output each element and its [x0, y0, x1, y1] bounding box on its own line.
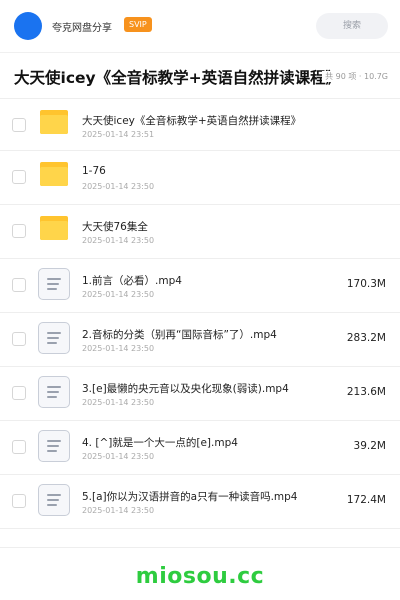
folder-icon	[40, 110, 68, 134]
item-name[interactable]: 1-76	[82, 165, 332, 177]
select-checkbox[interactable]	[12, 118, 26, 132]
page-title: 大天使icey《全音标教学+英语自然拼读课程》	[14, 69, 342, 87]
select-checkbox[interactable]	[12, 440, 26, 454]
item-name[interactable]: 4. [^]就是一个大一点的[e].mp4	[82, 435, 332, 450]
select-checkbox[interactable]	[12, 494, 26, 508]
file-row[interactable]: 2.音标的分类（别再“国际音标”了）.mp4 2025-01-14 23:50 28…	[0, 313, 400, 367]
folder-row[interactable]: 1-76 2025-01-14 23:50	[0, 151, 400, 205]
video-file-icon	[38, 430, 70, 462]
item-date: 2025-01-14 23:50	[82, 290, 155, 299]
video-file-icon	[38, 484, 70, 516]
item-date: 2025-01-14 23:50	[82, 182, 155, 191]
select-checkbox[interactable]	[12, 332, 26, 346]
site-name: 夸克网盘分享	[52, 23, 112, 34]
select-checkbox[interactable]	[12, 278, 26, 292]
file-row[interactable]: 4. [^]就是一个大一点的[e].mp4 2025-01-14 23:50 39.…	[0, 421, 400, 475]
item-size: 213.6M	[346, 386, 386, 398]
search-input[interactable]: 搜索	[316, 13, 388, 39]
item-name[interactable]: 1.前言（必看）.mp4	[82, 273, 332, 288]
item-name[interactable]: 3.[e]最懒的央元音以及央化现象(弱读).mp4	[82, 381, 332, 396]
folder-row[interactable]: 大天使icey《全音标教学+英语自然拼读课程》 2025-01-14 23:51	[0, 99, 400, 151]
item-date: 2025-01-14 23:51	[82, 130, 155, 139]
select-checkbox[interactable]	[12, 386, 26, 400]
item-date: 2025-01-14 23:50	[82, 236, 155, 245]
item-name[interactable]: 2.音标的分类（别再“国际音标”了）.mp4	[82, 327, 332, 342]
video-file-icon	[38, 268, 70, 300]
file-row[interactable]: 5.[a]你以为汉语拼音的a只有一种读音吗.mp4 2025-01-14 23:5…	[0, 475, 400, 529]
avatar[interactable]	[14, 12, 42, 40]
top-header: 夸克网盘分享 SVIP 搜索	[0, 0, 400, 52]
item-size: 170.3M	[346, 278, 386, 290]
file-row[interactable]: 3.[e]最懒的央元音以及央化现象(弱读).mp4 2025-01-14 23:5…	[0, 367, 400, 421]
item-size: 172.4M	[346, 494, 386, 506]
item-name[interactable]: 大天使76集全	[82, 219, 332, 234]
item-date: 2025-01-14 23:50	[82, 344, 155, 353]
share-meta: 共 90 项 · 10.7G	[322, 71, 388, 82]
folder-icon	[40, 216, 68, 240]
footer-brand: miosou.cc	[135, 564, 265, 589]
share-title-bar: 大天使icey《全音标教学+英语自然拼读课程》 共 90 项 · 10.7G	[0, 52, 400, 98]
svip-badge: SVIP	[124, 17, 152, 32]
folder-row[interactable]: 大天使76集全 2025-01-14 23:50	[0, 205, 400, 259]
item-size: 283.2M	[346, 332, 386, 344]
file-list: 大天使icey《全音标教学+英语自然拼读课程》 2025-01-14 23:51 1…	[0, 98, 400, 529]
select-checkbox[interactable]	[12, 224, 26, 238]
item-size: 39.2M	[353, 440, 386, 452]
item-date: 2025-01-14 23:50	[82, 506, 155, 515]
footer: miosou.cc	[0, 547, 400, 600]
video-file-icon	[38, 322, 70, 354]
folder-icon	[40, 162, 68, 186]
file-row[interactable]: 1.前言（必看）.mp4 2025-01-14 23:50 170.3M	[0, 259, 400, 313]
video-file-icon	[38, 376, 70, 408]
item-name[interactable]: 大天使icey《全音标教学+英语自然拼读课程》	[82, 113, 332, 128]
item-date: 2025-01-14 23:50	[82, 398, 155, 407]
select-checkbox[interactable]	[12, 170, 26, 184]
item-name[interactable]: 5.[a]你以为汉语拼音的a只有一种读音吗.mp4	[82, 489, 332, 504]
item-date: 2025-01-14 23:50	[82, 452, 155, 461]
